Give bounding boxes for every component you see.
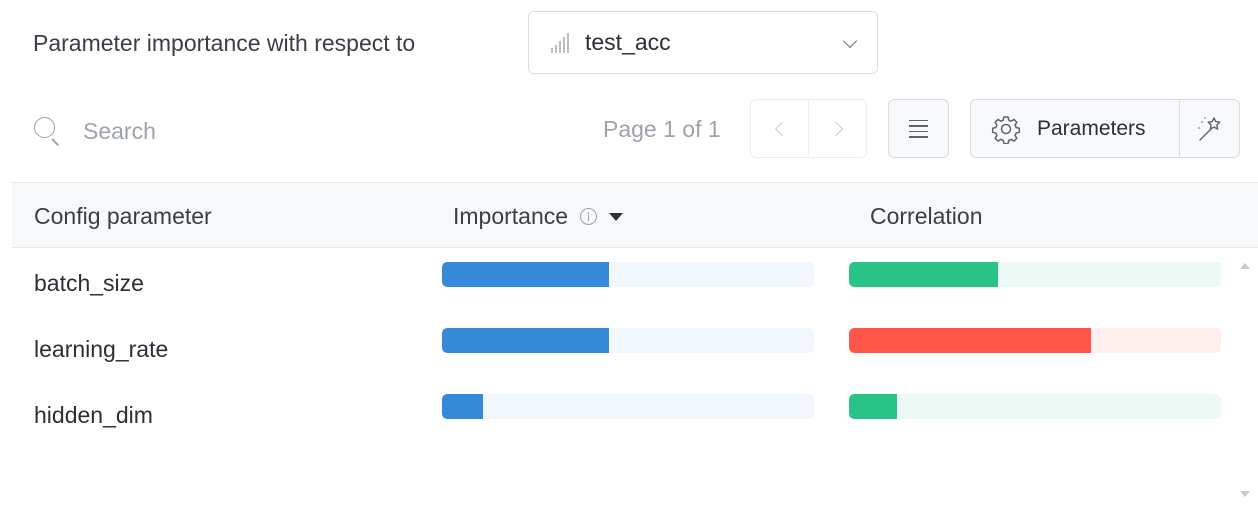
chevron-left-icon bbox=[774, 121, 789, 136]
col-correlation[interactable]: Correlation bbox=[870, 203, 983, 230]
correlation-fill bbox=[849, 328, 1091, 353]
menu-lines-icon bbox=[909, 119, 928, 121]
search-input[interactable] bbox=[81, 116, 345, 146]
prev-page-button[interactable] bbox=[751, 100, 808, 157]
correlation-bar bbox=[849, 262, 1221, 287]
parameters-group: Parameters bbox=[970, 99, 1240, 158]
correlation-fill bbox=[849, 262, 998, 287]
metric-select[interactable]: test_acc bbox=[528, 11, 878, 74]
info-icon[interactable] bbox=[580, 208, 598, 225]
scroll-down-icon[interactable] bbox=[1240, 491, 1250, 497]
param-name: batch_size bbox=[34, 270, 144, 296]
param-name: hidden_dim bbox=[34, 402, 153, 428]
sort-desc-icon[interactable] bbox=[609, 212, 624, 221]
page-indicator: Page 1 of 1 bbox=[603, 116, 721, 142]
gear-icon bbox=[991, 115, 1021, 144]
importance-fill bbox=[442, 328, 610, 353]
col-importance[interactable]: Importance bbox=[453, 203, 624, 230]
magic-wand-button[interactable] bbox=[1178, 100, 1239, 157]
table-header: Config parameter Importance Correlation bbox=[12, 183, 1258, 248]
parameters-button[interactable]: Parameters bbox=[971, 100, 1179, 157]
importance-fill bbox=[442, 394, 483, 419]
importance-fill bbox=[442, 262, 610, 287]
chevron-down-icon bbox=[842, 33, 858, 49]
chevron-right-icon bbox=[828, 121, 843, 136]
next-page-button[interactable] bbox=[808, 100, 866, 157]
search-icon bbox=[33, 116, 63, 146]
parameters-label: Parameters bbox=[1037, 116, 1146, 140]
correlation-bar bbox=[849, 394, 1221, 419]
importance-bar bbox=[442, 262, 814, 287]
magic-wand-icon bbox=[1198, 116, 1221, 141]
col-config[interactable]: Config parameter bbox=[34, 203, 212, 230]
panel-title: Parameter importance with respect to bbox=[33, 30, 416, 56]
bar-chart-icon bbox=[551, 32, 573, 53]
search-box[interactable] bbox=[33, 112, 345, 150]
list-view-button[interactable] bbox=[888, 99, 949, 158]
pagination bbox=[750, 99, 867, 158]
importance-bar bbox=[442, 394, 814, 419]
metric-value: test_acc bbox=[585, 29, 671, 55]
param-name: learning_rate bbox=[34, 336, 169, 362]
correlation-bar bbox=[849, 328, 1221, 353]
correlation-fill bbox=[849, 394, 898, 419]
scroll-up-icon[interactable] bbox=[1240, 263, 1250, 269]
importance-bar bbox=[442, 328, 814, 353]
title-row: Parameter importance with respect to bbox=[33, 12, 415, 75]
